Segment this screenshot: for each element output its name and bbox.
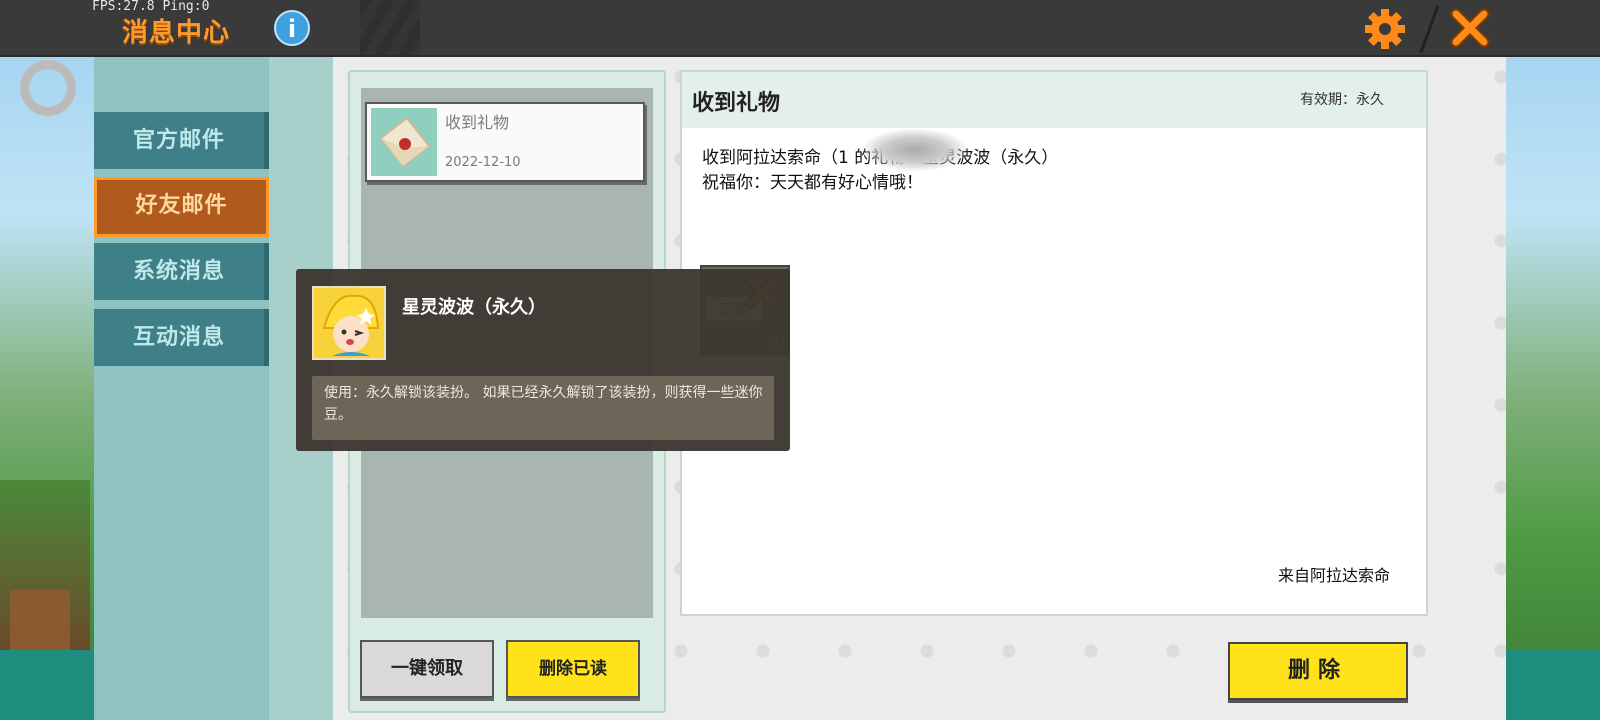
info-icon[interactable]: i xyxy=(274,10,310,46)
mail-body-line: 祝福你：天天都有好心情哦！ xyxy=(702,173,923,193)
decorative-stripes xyxy=(360,0,420,55)
gear-icon[interactable] xyxy=(1364,8,1406,50)
list-item[interactable]: 收到礼物 2022-12-10 xyxy=(365,102,645,182)
character-avatar-icon xyxy=(312,286,386,360)
mail-date: 2022-12-10 xyxy=(445,155,521,170)
top-bar xyxy=(0,0,1600,57)
delete-read-button[interactable]: 删除已读 xyxy=(506,640,640,698)
loading-ring-icon xyxy=(20,60,76,116)
item-name: 星灵波波（永久） xyxy=(402,297,546,318)
validity-label: 有效期：永久 xyxy=(1300,92,1384,108)
claim-all-button[interactable]: 一键领取 xyxy=(360,640,494,698)
item-description: 使用：永久解锁该装扮。 如果已经永久解锁了该装扮，则获得一些迷你豆。 xyxy=(324,385,763,423)
tab-official-mail[interactable]: 官方邮件 xyxy=(94,112,269,169)
redacted-name xyxy=(860,128,970,172)
mail-title: 收到礼物 xyxy=(445,113,510,132)
close-icon[interactable] xyxy=(1448,6,1492,50)
envelope-icon xyxy=(371,108,437,176)
tab-system-messages[interactable]: 系统消息 xyxy=(94,243,269,300)
sender-label: 来自阿拉达索命 xyxy=(1278,566,1391,585)
tab-interaction-messages[interactable]: 互动消息 xyxy=(94,309,269,366)
background-block xyxy=(10,590,70,650)
delete-button[interactable]: 删除 xyxy=(1228,642,1408,700)
page-title: 消息中心 xyxy=(122,18,231,48)
detail-title: 收到礼物 xyxy=(692,91,781,116)
tab-friend-mail[interactable]: 好友邮件 xyxy=(94,177,269,237)
